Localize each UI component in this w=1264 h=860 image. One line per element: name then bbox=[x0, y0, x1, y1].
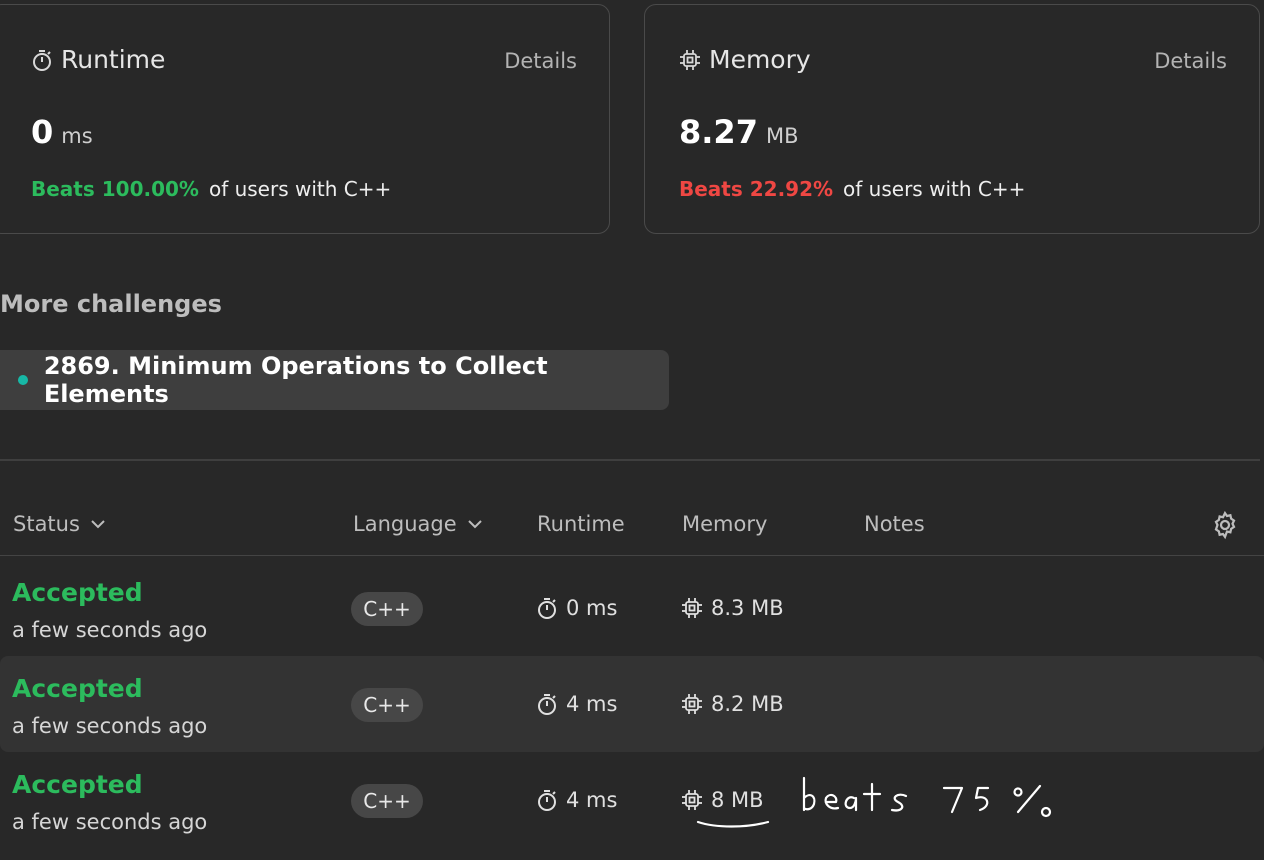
memory-value: 8.3 MB bbox=[711, 596, 784, 620]
difficulty-dot-icon bbox=[18, 375, 28, 385]
notes-column-header: Notes bbox=[864, 512, 925, 536]
section-divider bbox=[0, 459, 1260, 461]
memory-number: 8.27 bbox=[679, 113, 758, 151]
stopwatch-icon bbox=[536, 692, 558, 716]
submissions-table-header: Status Language Runtime Memory Notes bbox=[0, 500, 1264, 556]
language-badge: C++ bbox=[351, 688, 423, 722]
table-row[interactable]: Accepted a few seconds ago C++ 4 ms 8.2 … bbox=[0, 656, 1264, 752]
runtime-number: 0 bbox=[31, 113, 54, 151]
handwritten-annotation bbox=[696, 772, 1066, 842]
runtime-column-header: Runtime bbox=[537, 512, 625, 536]
runtime-value: 0 ms bbox=[31, 113, 93, 151]
runtime-cell: 4 ms bbox=[536, 692, 617, 716]
memory-details-link[interactable]: Details bbox=[1154, 49, 1227, 73]
language-column-header[interactable]: Language bbox=[353, 512, 483, 536]
submission-time: a few seconds ago bbox=[12, 714, 208, 738]
memory-cell: 8.2 MB bbox=[681, 692, 784, 716]
chevron-down-icon bbox=[467, 519, 483, 529]
runtime-details-link[interactable]: Details bbox=[504, 49, 577, 73]
more-challenges-title: More challenges bbox=[0, 290, 222, 318]
runtime-beats-suffix: of users with C++ bbox=[208, 177, 392, 201]
stopwatch-icon bbox=[536, 596, 558, 620]
chip-icon bbox=[681, 693, 703, 715]
runtime-card-title: Runtime bbox=[31, 45, 165, 74]
status-accepted[interactable]: Accepted bbox=[12, 578, 143, 607]
stopwatch-icon bbox=[536, 788, 558, 812]
stopwatch-icon bbox=[31, 48, 53, 72]
challenge-link[interactable]: 2869. Minimum Operations to Collect Elem… bbox=[0, 350, 669, 410]
table-row[interactable]: Accepted a few seconds ago C++ 4 ms 8 MB bbox=[0, 752, 1264, 848]
submission-time: a few seconds ago bbox=[12, 618, 208, 642]
chevron-down-icon bbox=[90, 519, 106, 529]
runtime-beats-line: Beats 100.00% of users with C++ bbox=[31, 177, 391, 201]
memory-cell: 8.3 MB bbox=[681, 596, 784, 620]
language-badge: C++ bbox=[351, 592, 423, 626]
memory-value: 8.2 MB bbox=[711, 692, 784, 716]
status-accepted[interactable]: Accepted bbox=[12, 674, 143, 703]
memory-card-title: Memory bbox=[679, 45, 811, 74]
submission-time: a few seconds ago bbox=[12, 810, 208, 834]
table-row[interactable]: Accepted a few seconds ago C++ 0 ms 8.3 … bbox=[0, 560, 1264, 656]
language-header-label: Language bbox=[353, 512, 457, 536]
runtime-card: Runtime Details 0 ms Beats 100.00% of use… bbox=[0, 4, 610, 234]
memory-card: Memory Details 8.27 MB Beats 22.92% of us… bbox=[644, 4, 1260, 234]
gear-icon[interactable] bbox=[1210, 510, 1240, 540]
runtime-title-text: Runtime bbox=[61, 45, 166, 74]
memory-unit: MB bbox=[765, 124, 799, 148]
runtime-value: 0 ms bbox=[566, 596, 618, 620]
status-header-label: Status bbox=[13, 512, 80, 536]
runtime-unit: ms bbox=[61, 124, 93, 148]
runtime-cell: 4 ms bbox=[536, 788, 617, 812]
memory-beats-suffix: of users with C++ bbox=[843, 177, 1026, 201]
language-badge: C++ bbox=[351, 784, 423, 818]
status-column-header[interactable]: Status bbox=[13, 512, 106, 536]
memory-beats-percent: Beats 22.92% bbox=[679, 177, 834, 201]
runtime-value: 4 ms bbox=[566, 788, 618, 812]
challenge-title: 2869. Minimum Operations to Collect Elem… bbox=[43, 352, 548, 408]
chip-icon bbox=[679, 49, 701, 71]
runtime-value: 4 ms bbox=[566, 692, 618, 716]
memory-column-header: Memory bbox=[682, 512, 768, 536]
status-accepted[interactable]: Accepted bbox=[12, 770, 143, 799]
chip-icon bbox=[681, 597, 703, 619]
memory-beats-line: Beats 22.92% of users with C++ bbox=[679, 177, 1025, 201]
memory-title-text: Memory bbox=[709, 45, 811, 74]
memory-value: 8.27 MB bbox=[679, 113, 798, 151]
runtime-beats-percent: Beats 100.00% bbox=[31, 177, 199, 201]
runtime-cell: 0 ms bbox=[536, 596, 617, 620]
